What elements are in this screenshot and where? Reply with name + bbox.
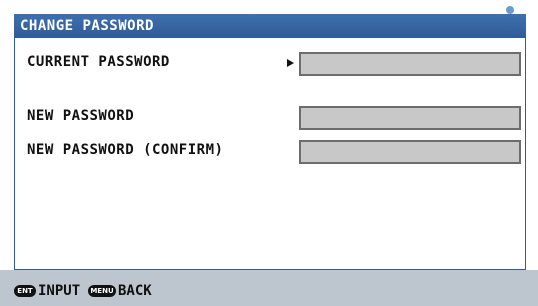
new-password-confirm-label: NEW PASSWORD (CONFIRM) [27,142,224,158]
soft-key-bar [0,270,538,306]
ent-key-icon[interactable]: ENT [14,285,36,297]
change-password-dialog: CURRENT PASSWORD NEW PASSWORD NEW PASSWO… [14,38,526,256]
current-password-label: CURRENT PASSWORD [27,54,170,70]
selection-cursor-icon [287,59,294,67]
input-soft-key-label[interactable]: INPUT [38,282,80,300]
screen: CHANGE PASSWORD CURRENT PASSWORD NEW PAS… [0,0,538,306]
dialog-bottom-edge [14,256,526,270]
back-soft-key-label[interactable]: BACK [118,282,152,300]
current-password-field[interactable] [299,52,521,76]
new-password-label: NEW PASSWORD [27,108,135,124]
new-password-field[interactable] [299,106,521,130]
dialog-title: CHANGE PASSWORD [14,14,526,38]
menu-key-icon[interactable]: MENU [88,285,116,297]
background-window [0,0,538,14]
new-password-confirm-field[interactable] [299,140,521,164]
background-status-dot [506,6,514,14]
